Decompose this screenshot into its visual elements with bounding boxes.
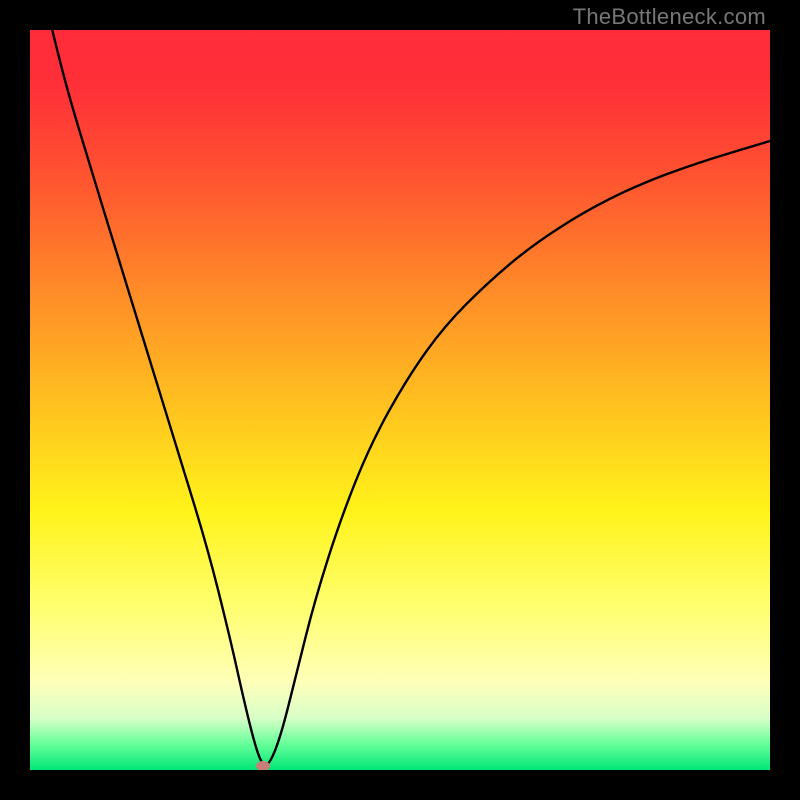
gradient-rect	[30, 30, 770, 770]
chart-frame: TheBottleneck.com	[0, 0, 800, 800]
chart-svg	[30, 30, 770, 770]
plot-area	[30, 30, 770, 770]
watermark-text: TheBottleneck.com	[573, 4, 766, 30]
optimum-marker	[256, 761, 270, 770]
